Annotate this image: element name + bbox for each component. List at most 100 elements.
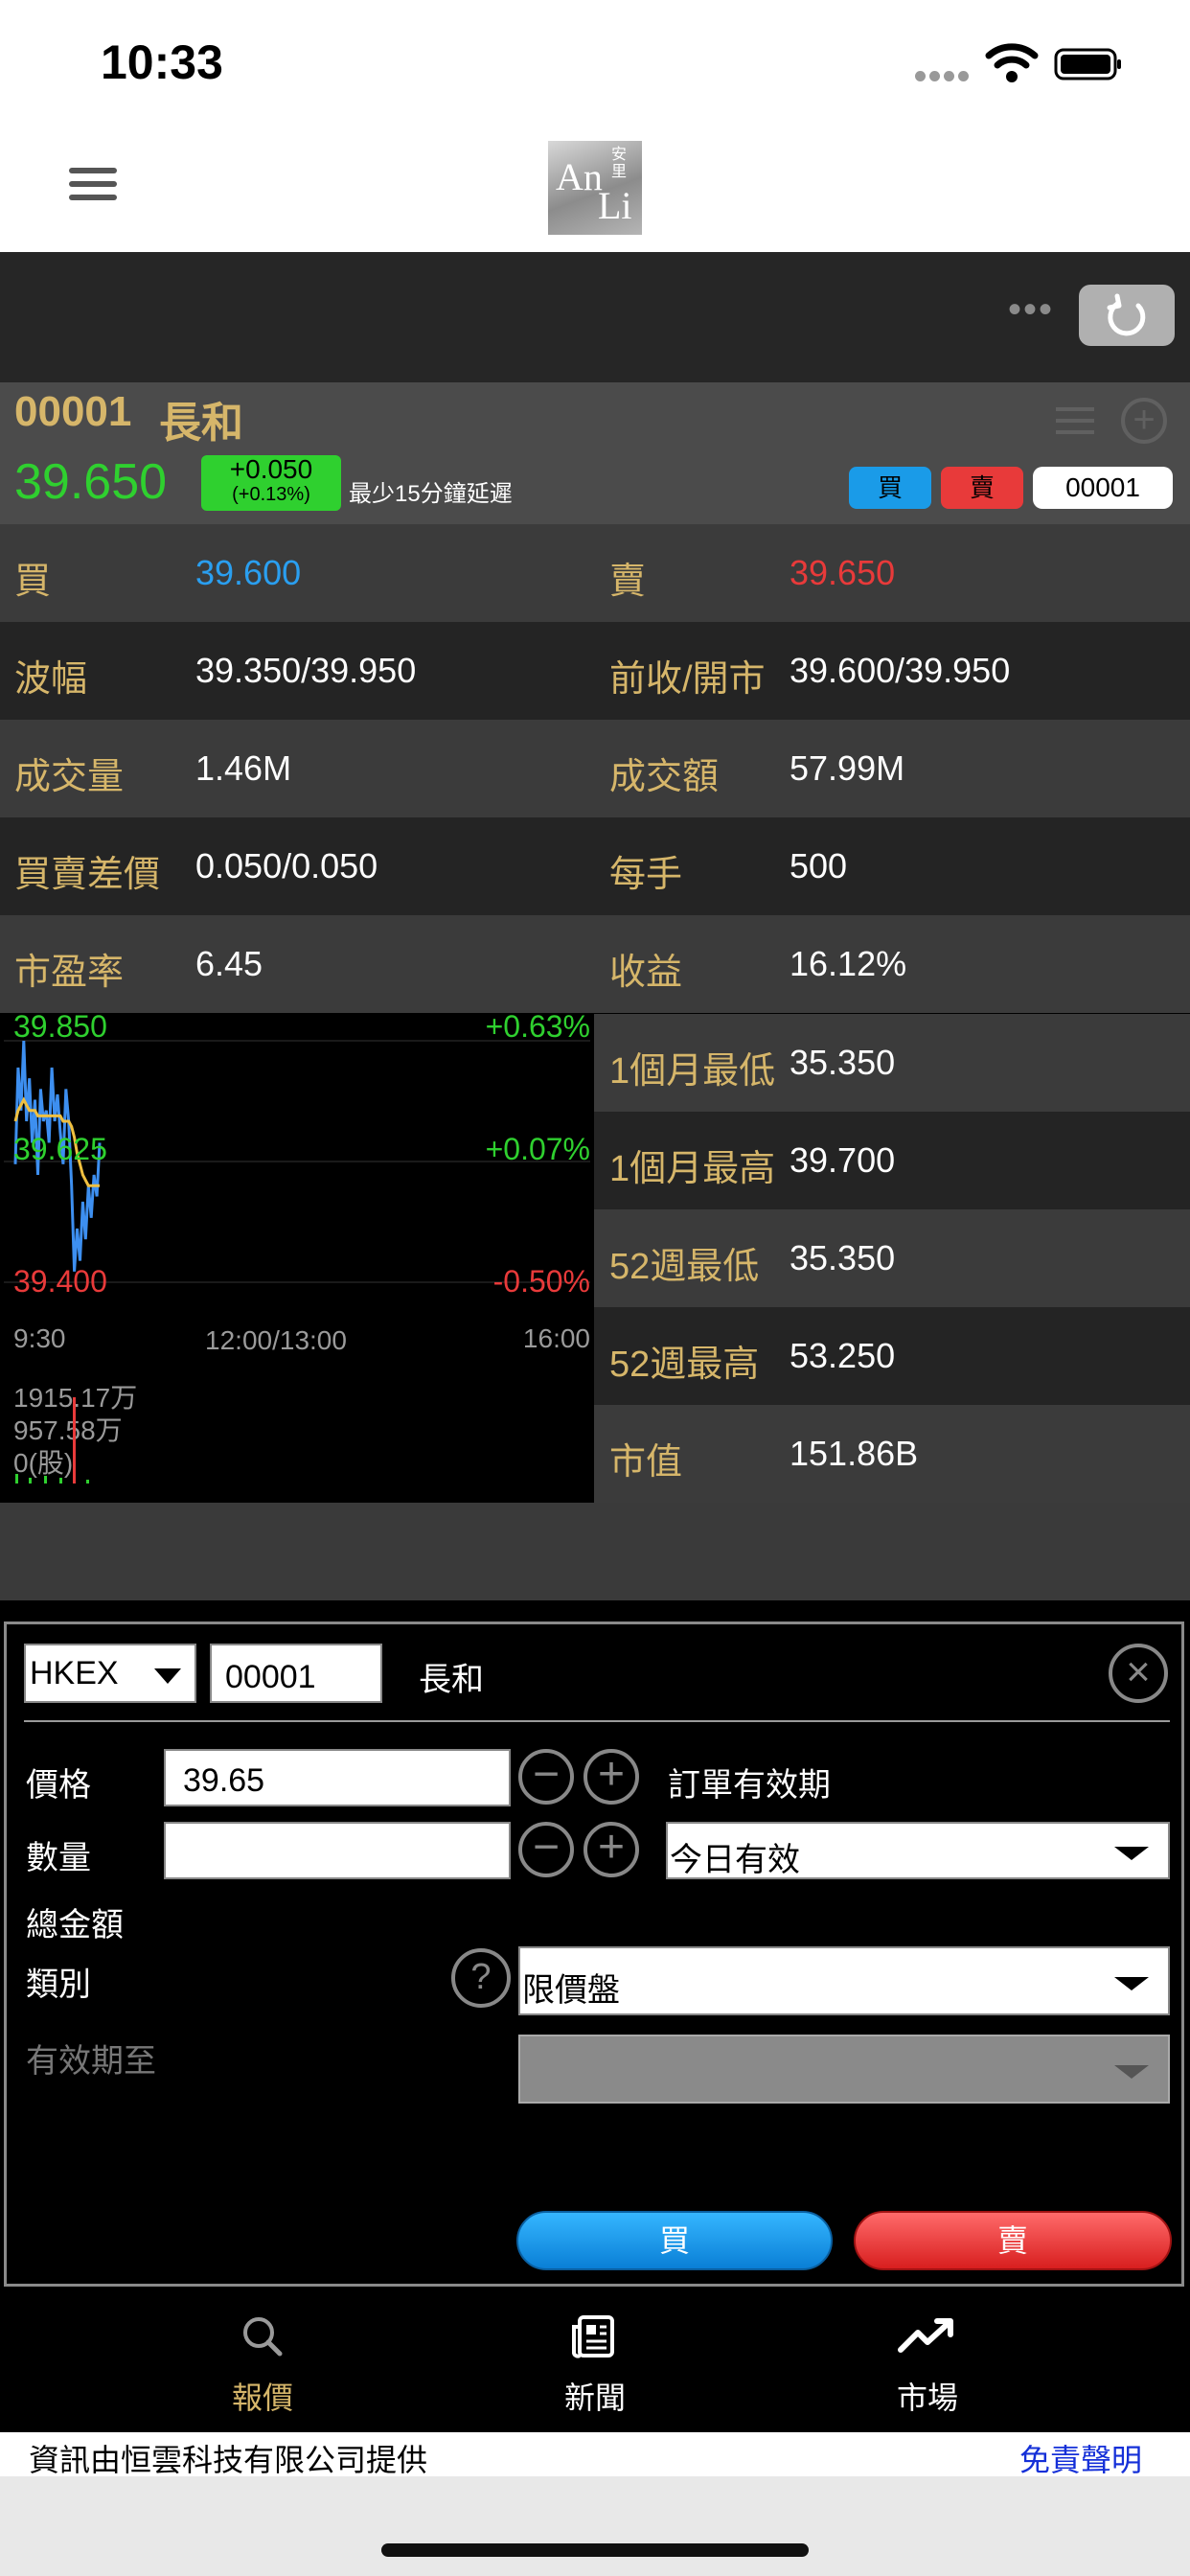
help-icon[interactable]: ? (451, 1948, 511, 2008)
info-value: 39.600 (195, 553, 302, 592)
info-value: 1.46M (195, 748, 292, 788)
cellular-signal-icon (915, 69, 973, 82)
info-row: 買賣差價 0.050/0.050 每手 500 (0, 817, 1190, 915)
order-type-label: 類別 (26, 1966, 91, 2003)
nav-market[interactable]: 市場 (851, 2312, 1004, 2418)
price-minus-icon[interactable]: − (518, 1749, 574, 1805)
stock-price: 39.650 (14, 454, 168, 510)
stat-row: 52週最低 35.350 (594, 1209, 1190, 1307)
nav-quote[interactable]: 報價 (186, 2312, 339, 2418)
volume-bar (44, 1476, 47, 1484)
info-value: 500 (790, 846, 848, 886)
info-value: 39.350/39.950 (195, 651, 417, 690)
price-change: +0.050 (229, 454, 313, 484)
status-bar: 10:33 (0, 0, 1190, 129)
vol-label-mid: 957.58万 (13, 1415, 123, 1445)
volume-bar (59, 1478, 62, 1484)
stat-label: 1個月最低 (609, 1051, 776, 1092)
exchange-select[interactable]: HKEX (24, 1644, 196, 1703)
info-value: 39.600/39.950 (790, 651, 1011, 690)
order-panel: HKEX 00001 長和 × 價格 39.65 − + 訂單有效期 數量 − … (4, 1622, 1184, 2287)
order-sell-button[interactable]: 賣 (854, 2211, 1172, 2270)
y-label-low: 39.400 (13, 1264, 107, 1299)
x-label-open: 9:30 (13, 1323, 66, 1353)
pct-label-low: -0.50% (493, 1264, 590, 1299)
refresh-button[interactable] (1079, 285, 1175, 346)
order-divider (24, 1720, 1170, 1722)
info-label: 賣 (609, 562, 647, 602)
validity-select[interactable]: 今日有效 (666, 1822, 1170, 1879)
chevron-down-icon (1114, 2065, 1149, 2079)
add-to-watchlist-icon[interactable]: + (1121, 398, 1167, 444)
price-change-badge: +0.050 (+0.13%) (201, 455, 341, 511)
chart-svg: 39.850 39.625 39.400 +0.63% +0.07% -0.50… (4, 1009, 590, 1484)
volume-bar (29, 1478, 32, 1484)
info-value: 16.12% (790, 944, 907, 983)
quantity-label: 數量 (26, 1840, 91, 1876)
bottom-nav: 報價 新聞 市場 (0, 2290, 1190, 2432)
order-type-select[interactable]: 限價盤 (518, 1946, 1170, 2015)
info-value: 57.99M (790, 748, 905, 788)
quick-sell-button[interactable]: 賣 (941, 467, 1023, 509)
spacer-strip (0, 1503, 1190, 1600)
info-label: 成交額 (609, 757, 720, 797)
quantity-plus-icon[interactable]: + (584, 1822, 639, 1877)
info-value: 39.650 (790, 553, 896, 592)
total-amount-label: 總金額 (26, 1907, 124, 1944)
info-row: 成交量 1.46M 成交額 57.99M (0, 720, 1190, 817)
info-label: 市盈率 (14, 953, 125, 993)
close-order-icon[interactable]: × (1109, 1644, 1168, 1703)
validity-value: 今日有效 (670, 1842, 800, 1878)
search-icon (243, 2317, 283, 2357)
nav-quote-label: 報價 (231, 2380, 293, 2415)
stock-code: 00001 (14, 388, 132, 435)
price-input-value: 39.65 (183, 1762, 265, 1799)
volume-bar (86, 1480, 89, 1484)
footer: 資訊由恒雲科技有限公司提供 免責聲明 (0, 2432, 1190, 2477)
anli-logo: An Li 安里 (548, 141, 642, 235)
info-label: 買 (14, 562, 52, 602)
pct-label-high: +0.63% (486, 1014, 590, 1044)
stat-value: 35.350 (790, 1238, 896, 1277)
x-label-lunch: 12:00/13:00 (205, 1325, 347, 1355)
stat-value: 151.86B (790, 1434, 919, 1473)
price-input[interactable]: 39.65 (164, 1749, 511, 1806)
more-options-icon[interactable]: ••• (1008, 288, 1054, 332)
app-header: An Li 安里 (0, 129, 1190, 252)
data-provider-text: 資訊由恒雲科技有限公司提供 (29, 2443, 428, 2477)
validity-label: 訂單有效期 (668, 1767, 831, 1804)
info-row: 市盈率 6.45 收益 16.12% (0, 915, 1190, 1013)
stat-label: 市值 (609, 1442, 683, 1483)
refresh-icon (1107, 293, 1146, 336)
wifi-icon (985, 42, 1039, 84)
price-plus-icon[interactable]: + (584, 1749, 639, 1805)
quantity-input[interactable] (164, 1822, 511, 1879)
order-buy-button[interactable]: 買 (516, 2211, 833, 2270)
quantity-minus-icon[interactable]: − (518, 1822, 574, 1877)
quick-buy-button[interactable]: 買 (849, 467, 931, 509)
stock-code-input[interactable]: 00001 (1033, 467, 1173, 509)
info-label: 買賣差價 (14, 855, 161, 895)
disclaimer-link[interactable]: 免責聲明 (1019, 2436, 1142, 2480)
battery-icon (1054, 48, 1123, 80)
nav-news[interactable]: 新聞 (518, 2312, 672, 2418)
chevron-down-icon (1114, 1847, 1149, 1860)
info-label: 每手 (609, 855, 683, 895)
stat-label: 52週最低 (609, 1247, 760, 1287)
hamburger-menu-icon[interactable] (69, 168, 117, 206)
stat-row: 52週最高 53.250 (594, 1307, 1190, 1405)
order-code-input[interactable]: 00001 (210, 1644, 382, 1703)
stat-row: 1個月最高 39.700 (594, 1112, 1190, 1209)
info-row: 波幅 39.350/39.950 前收/開市 39.600/39.950 (0, 622, 1190, 720)
stock-header: 00001 長和 39.650 +0.050 (+0.13%) 最少15分鐘延遲… (0, 382, 1190, 524)
nav-market-label: 市場 (896, 2380, 958, 2415)
pct-label-mid: +0.07% (486, 1132, 590, 1166)
nav-news-label: 新聞 (563, 2380, 626, 2415)
watchlist-icon[interactable] (1056, 407, 1094, 436)
stat-row: 1個月最低 35.350 (594, 1014, 1190, 1112)
intraday-chart: 39.850 39.625 39.400 +0.63% +0.07% -0.50… (0, 1009, 594, 1503)
y-label-mid: 39.625 (13, 1132, 107, 1166)
order-type-value: 限價盤 (522, 1972, 620, 2009)
info-label: 收益 (609, 953, 683, 993)
order-stock-name: 長和 (419, 1662, 484, 1698)
